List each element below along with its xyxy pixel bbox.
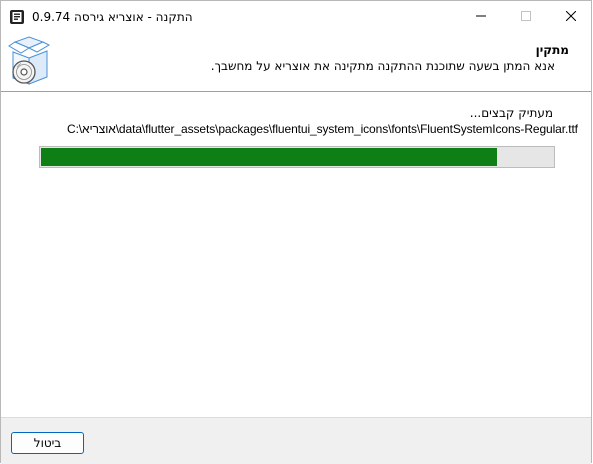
- window-title: התקנה - אוצריא גירסה 0.9.74: [32, 10, 193, 24]
- wizard-footer: ביטול: [1, 418, 591, 464]
- header-divider: [1, 91, 591, 92]
- installer-box-icon: [7, 36, 51, 86]
- wizard-header: מתקין אנא המתן בשעה שתוכנת ההתקנה מתקינה…: [1, 34, 591, 92]
- close-icon: [565, 10, 576, 24]
- maximize-button[interactable]: [503, 1, 548, 33]
- minimize-button[interactable]: [458, 1, 503, 33]
- cancel-button[interactable]: ביטול: [11, 432, 84, 454]
- close-button[interactable]: [548, 1, 593, 33]
- title-bar[interactable]: התקנה - אוצריא גירסה 0.9.74: [1, 1, 591, 34]
- installer-window: התקנה - אוצריא גירסה 0.9.74 מתקין אנא המ…: [0, 0, 592, 464]
- header-subtitle: אנא המתן בשעה שתוכנת ההתקנה מתקינה את או…: [210, 59, 555, 73]
- app-icon: [9, 9, 25, 25]
- maximize-icon: [520, 10, 531, 24]
- progress-fill: [41, 148, 497, 166]
- progress-bar: [39, 146, 555, 168]
- header-title: מתקין: [535, 43, 569, 57]
- minimize-icon: [475, 10, 486, 24]
- status-text: מעתיק קבצים...: [469, 106, 553, 120]
- current-file-path: C:\אוצריא\data\flutter_assets\packages\f…: [67, 122, 578, 136]
